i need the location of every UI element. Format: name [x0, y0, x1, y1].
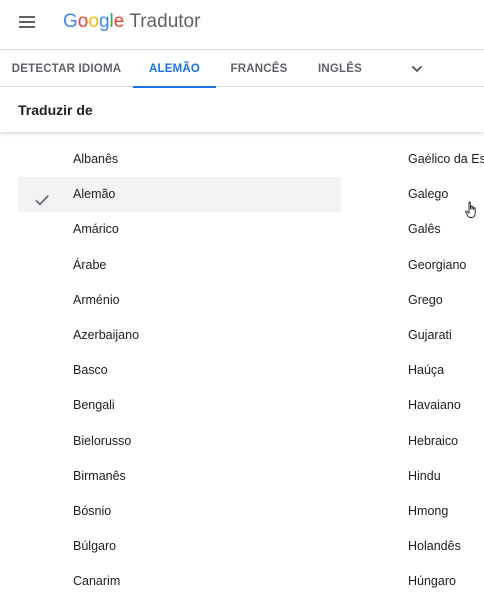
language-label: Grego	[408, 292, 443, 307]
language-label: Galês	[408, 222, 441, 237]
language-label: Basco	[73, 363, 108, 378]
language-label: Hmong	[408, 504, 449, 518]
language-item-georgiano[interactable]: Georgiano	[408, 248, 484, 283]
language-item-azerbaijano[interactable]: Azerbaijano	[18, 318, 341, 353]
language-label: Havaiano	[408, 398, 461, 413]
language-label: Amárico	[73, 222, 119, 237]
language-label: Bielorusso	[73, 433, 132, 448]
hamburger-menu-icon[interactable]	[19, 16, 37, 30]
language-label: Canarim	[73, 574, 121, 589]
tab-english[interactable]: INGLÊS	[302, 50, 378, 87]
logo-letter: o	[77, 11, 89, 32]
language-item-hebraico[interactable]: Hebraico	[408, 424, 484, 459]
language-label: Gaélico da Esc	[408, 152, 484, 166]
section-title: Traduzir de	[18, 102, 93, 118]
language-label: Arménio	[73, 292, 120, 307]
app-logo[interactable]: Google Tradutor	[63, 11, 200, 37]
language-item-amarico[interactable]: Amárico	[18, 212, 341, 247]
language-label: Haúça	[408, 363, 445, 378]
language-label: Holandês	[408, 539, 461, 554]
language-item-gaelico-da-esc[interactable]: Gaélico da Esc	[408, 142, 484, 177]
logo-letter: g	[98, 11, 110, 32]
language-item-bielorusso[interactable]: Bielorusso	[18, 424, 341, 459]
language-list: Albanês Alemão Amárico Árabe Arménio Azerbaij…	[0, 142, 484, 606]
language-label: Azerbaijano	[73, 328, 140, 342]
language-item-gales[interactable]: Galês	[408, 212, 484, 247]
language-label: Bósnio	[73, 504, 112, 518]
language-label: Árabe	[73, 257, 107, 272]
language-item-hmong[interactable]: Hmong	[408, 494, 484, 529]
language-item-alemao[interactable]: Alemão	[18, 177, 341, 213]
source-language-tabs: DETECTAR IDIOMA ALEMÃO FRANCÊS INGLÊS	[0, 49, 484, 88]
logo-letter: G	[63, 11, 78, 32]
language-item-arabe[interactable]: Árabe	[18, 248, 341, 283]
translate-app: Google Tradutor DETECTAR IDIOMA ALEMÃO F…	[0, 0, 484, 606]
logo-letter: o	[88, 11, 99, 32]
language-item-grego[interactable]: Grego	[408, 283, 484, 318]
tab-german[interactable]: ALEMÃO	[133, 50, 216, 88]
language-label: Hindu	[408, 468, 441, 483]
tab-french[interactable]: FRANCÊS	[216, 50, 302, 87]
product-name: Tradutor	[129, 11, 201, 32]
language-item-holandes[interactable]: Holandês	[408, 529, 484, 564]
check-icon	[34, 187, 50, 206]
logo-letter: e	[113, 11, 125, 32]
app-header: Google Tradutor	[0, 0, 484, 48]
language-label: Bengali	[73, 398, 115, 413]
language-label: Hebraico	[408, 433, 459, 448]
language-item-armenio[interactable]: Arménio	[18, 283, 341, 318]
language-item-bengali[interactable]: Bengali	[18, 388, 341, 423]
language-item-galego[interactable]: Galego	[408, 177, 484, 212]
language-item-birmanes[interactable]: Birmanês	[18, 459, 341, 494]
google-logo-wordmark: Google	[63, 11, 124, 33]
language-label: Búlgaro	[73, 539, 117, 554]
translate-from-header: Traduzir de	[0, 88, 484, 132]
language-item-havaiano[interactable]: Havaiano	[408, 388, 484, 423]
language-label: Alemão	[73, 187, 116, 202]
language-label: Albanês	[73, 152, 119, 166]
language-item-canarim[interactable]: Canarim	[18, 564, 341, 599]
language-item-bosnio[interactable]: Bósnio	[18, 494, 341, 529]
language-item-hauca[interactable]: Haúça	[408, 353, 484, 388]
language-item-basco[interactable]: Basco	[18, 353, 341, 388]
language-item-gujarati[interactable]: Gujarati	[408, 318, 484, 353]
language-label: Birmanês	[73, 468, 126, 483]
language-item-hungaro[interactable]: Húngaro	[408, 564, 484, 599]
language-label: Gujarati	[408, 328, 452, 342]
chevron-down-icon[interactable]	[405, 57, 429, 81]
language-label: Galego	[408, 187, 449, 202]
language-item-albanes[interactable]: Albanês	[18, 142, 341, 177]
language-item-hindu[interactable]: Hindu	[408, 459, 484, 494]
language-item-bulgaro[interactable]: Búlgaro	[18, 529, 341, 564]
language-label: Húngaro	[408, 574, 456, 589]
language-label: Georgiano	[408, 257, 467, 272]
tab-detect-language[interactable]: DETECTAR IDIOMA	[0, 50, 133, 87]
